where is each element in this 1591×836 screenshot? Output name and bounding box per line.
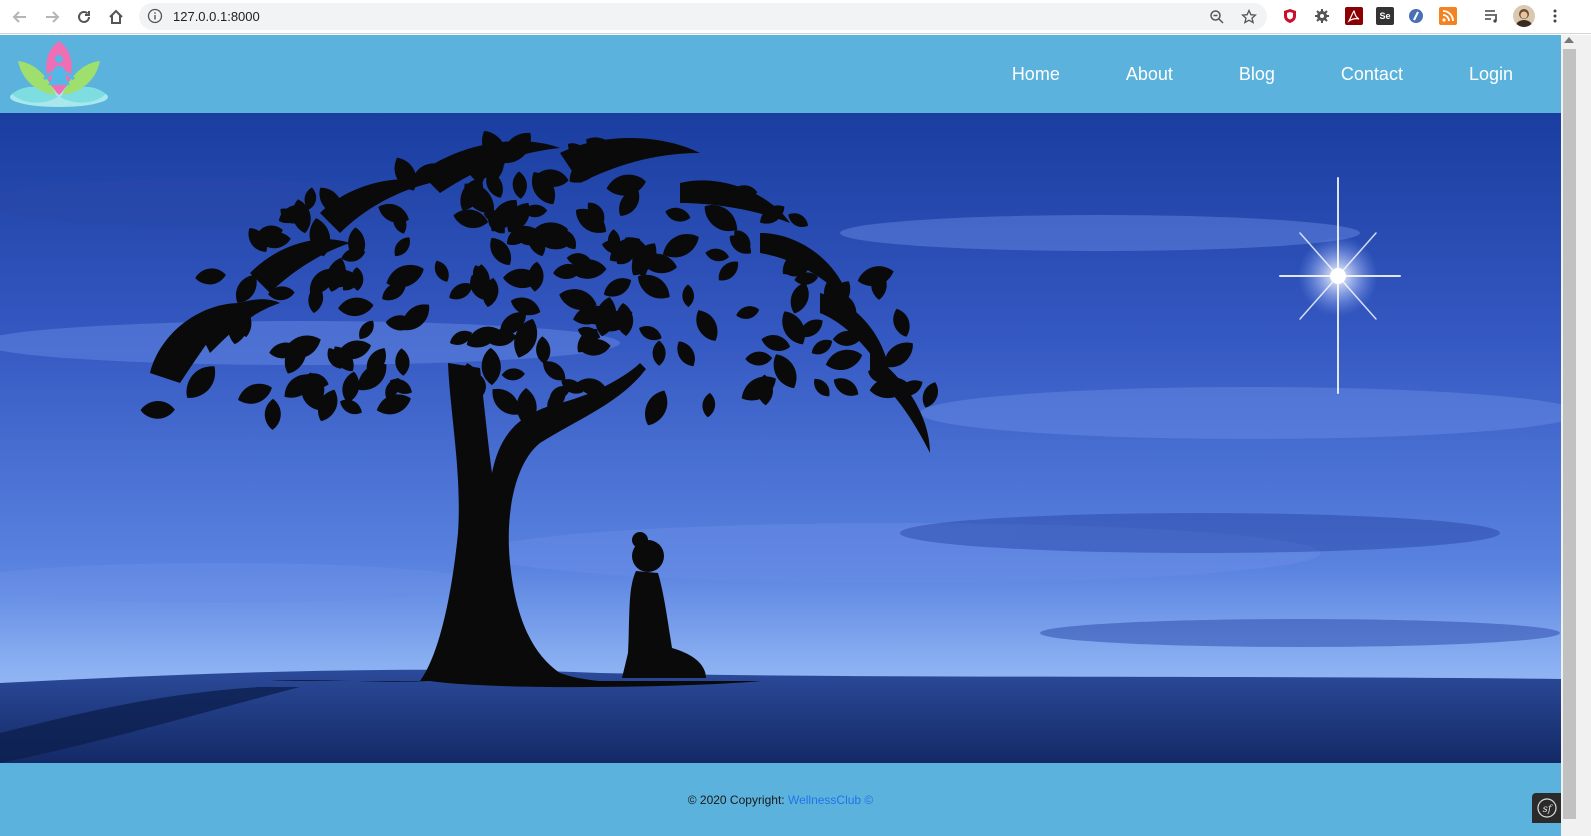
forward-icon[interactable] [40,5,64,29]
nav-contact[interactable]: Contact [1341,64,1403,85]
site-header: Home About Blog Contact Login [0,35,1561,113]
hero-image [0,113,1561,763]
browser-toolbar: 127.0.0.1:8000 Se [0,0,1591,34]
reload-icon[interactable] [72,5,96,29]
page-scrollbar[interactable] [1561,35,1591,836]
ublock-icon[interactable] [1281,7,1299,25]
acrobat-icon[interactable] [1345,7,1363,25]
selenium-icon[interactable]: Se [1376,7,1394,25]
copyright-prefix: © 2020 Copyright: [687,793,788,807]
address-bar[interactable]: 127.0.0.1:8000 [139,3,1267,30]
site-footer: © 2020 Copyright: WellnessClub © [0,763,1561,836]
info-icon[interactable] [147,8,163,24]
lotus-logo[interactable] [8,39,110,109]
shield-extension-icon[interactable] [1407,7,1425,25]
back-icon[interactable] [8,5,32,29]
nav-home[interactable]: Home [1012,64,1060,85]
main-nav: Home About Blog Contact Login [946,35,1513,113]
nav-blog[interactable]: Blog [1239,64,1275,85]
home-icon[interactable] [104,5,128,29]
url-text[interactable]: 127.0.0.1:8000 [173,9,260,24]
profile-avatar[interactable] [1513,5,1535,27]
bookmark-star-icon[interactable] [1239,7,1259,27]
kebab-menu-icon[interactable] [1546,7,1564,25]
scroll-up-arrow-icon[interactable] [1564,37,1574,43]
rss-icon[interactable] [1439,7,1457,25]
scroll-thumb[interactable] [1563,49,1576,819]
symfony-debug-toolbar-icon[interactable]: sf [1532,793,1561,823]
selenium-label: Se [1379,11,1391,21]
nav-about[interactable]: About [1126,64,1173,85]
copyright-text: © 2020 Copyright: WellnessClub © [0,793,1561,807]
media-queue-icon[interactable] [1483,7,1501,25]
meditation-tree-illustration [0,113,1561,763]
brand-link[interactable]: WellnessClub © [788,793,873,807]
zoom-icon[interactable] [1207,7,1227,27]
nav-login[interactable]: Login [1469,64,1513,85]
gear-extension-icon[interactable] [1313,7,1331,25]
